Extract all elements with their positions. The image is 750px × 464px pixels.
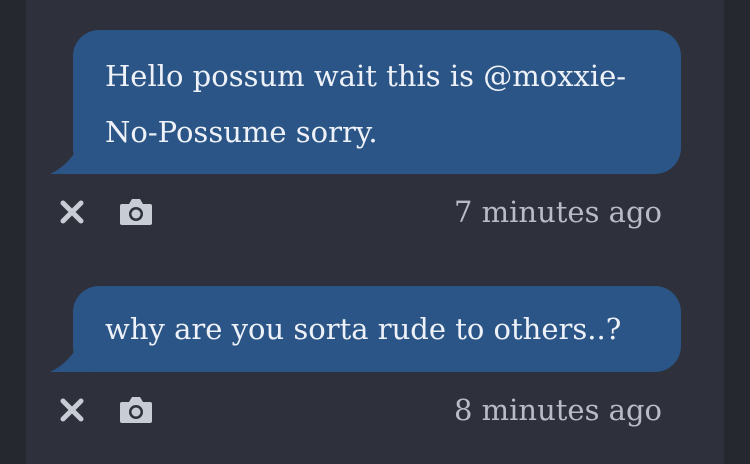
- close-icon[interactable]: [56, 394, 88, 426]
- message-meta: 8 minutes ago: [26, 390, 724, 430]
- message-text: why are you sorta rude to others..?: [105, 312, 622, 346]
- message-timestamp: 8 minutes ago: [453, 393, 662, 427]
- message-text: Hello possum wait this is @moxxie-No-Pos…: [105, 59, 627, 149]
- message-meta: 7 minutes ago: [26, 192, 724, 232]
- message-bubble: Hello possum wait this is @moxxie-No-Pos…: [73, 30, 681, 174]
- camera-icon[interactable]: [118, 196, 154, 228]
- close-icon[interactable]: [56, 196, 88, 228]
- message-panel: Hello possum wait this is @moxxie-No-Pos…: [26, 0, 724, 464]
- message-bubble: why are you sorta rude to others..?: [73, 286, 681, 372]
- message-timestamp: 7 minutes ago: [453, 195, 662, 229]
- camera-icon[interactable]: [118, 394, 154, 426]
